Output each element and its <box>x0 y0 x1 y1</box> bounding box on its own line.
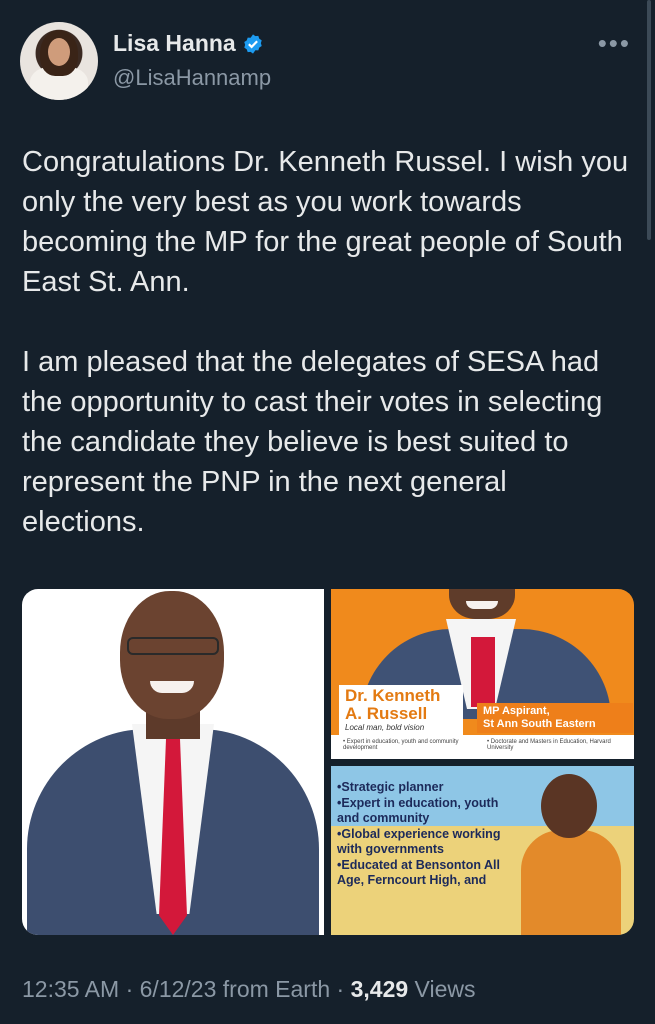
tweet-paragraph: Congratulations Dr. Kenneth Russel. I wi… <box>22 146 629 298</box>
tweet-text: Congratulations Dr. Kenneth Russel. I wi… <box>22 142 634 542</box>
tweet-source: from Earth <box>216 976 331 1002</box>
meta-separator: · <box>330 976 351 1002</box>
flyer-bullet: •Global experience working with governme… <box>337 827 501 856</box>
tweet-date[interactable]: 6/12/23 <box>140 976 217 1002</box>
avatar-face <box>48 38 70 66</box>
views-label[interactable]: Views <box>408 976 476 1002</box>
tweet-header: Lisa Hanna @LisaHannamp ••• <box>20 22 635 102</box>
flyer-person-head <box>541 774 597 838</box>
flyer-small-left: • Expert in education, youth and communi… <box>343 739 459 751</box>
flyer-tie <box>471 637 495 707</box>
avatar[interactable] <box>20 22 98 100</box>
flyer-person-shirt <box>521 830 621 935</box>
more-dots-icon[interactable]: ••• <box>598 30 631 56</box>
flyer-name-line2: A. Russell <box>345 704 428 723</box>
photo-flyer-top[interactable]: Dr. Kenneth A. Russell Local man, bold v… <box>331 589 634 759</box>
author-name-row[interactable]: Lisa Hanna <box>113 30 264 57</box>
verified-badge-icon <box>244 33 262 54</box>
tweet-time[interactable]: 12:35 AM <box>22 976 119 1002</box>
tweet-paragraph: I am pleased that the delegates of SESA … <box>22 346 603 538</box>
photo-flyer-bottom[interactable]: •Strategic planner •Expert in education,… <box>331 766 634 935</box>
flyer-tagline: Local man, bold vision <box>345 723 425 732</box>
author-name[interactable]: Lisa Hanna <box>113 30 236 57</box>
author-handle[interactable]: @LisaHannamp <box>113 65 271 91</box>
photo-glasses <box>127 637 219 655</box>
flyer-person <box>521 774 621 935</box>
flyer-bullet: •Educated at Bensonton All Age, Ferncour… <box>337 858 500 887</box>
tweet-meta: 12:35 AM · 6/12/23 from Earth · 3,429 Vi… <box>22 976 476 1003</box>
photo-head <box>120 591 224 719</box>
flyer-small-print: • Expert in education, youth and communi… <box>331 735 634 759</box>
flyer-small-right: • Doctorate and Masters in Education, Ha… <box>487 739 611 751</box>
flyer-role-line1: MP Aspirant, <box>483 705 550 717</box>
flyer-bullet: •Expert in education, youth and communit… <box>337 796 499 825</box>
flyer-smile <box>466 601 498 609</box>
flyer-bullet: •Strategic planner <box>337 780 444 794</box>
flyer-role-line2: St Ann South Eastern <box>483 718 596 730</box>
flyer-name-line1: Dr. Kenneth <box>345 686 441 705</box>
scrollbar[interactable] <box>647 0 651 240</box>
views-count[interactable]: 3,429 <box>351 976 409 1002</box>
photo-smile <box>150 681 194 693</box>
flyer-bullet-list: •Strategic planner •Expert in education,… <box>337 780 515 889</box>
media-grid: Dr. Kenneth A. Russell Local man, bold v… <box>22 589 634 935</box>
meta-separator: · <box>119 976 140 1002</box>
flyer-name-box: Dr. Kenneth A. Russell Local man, bold v… <box>339 685 463 741</box>
flyer-role-box: MP Aspirant, St Ann South Eastern <box>477 703 633 733</box>
photo-portrait[interactable] <box>22 589 324 935</box>
